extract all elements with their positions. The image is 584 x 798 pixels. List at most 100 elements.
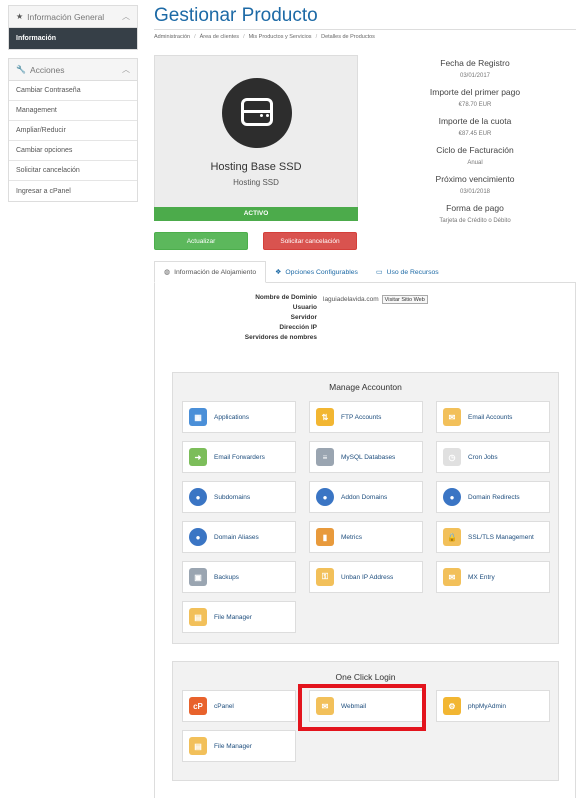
- ip-label: Dirección IP: [279, 324, 317, 331]
- actions-panel-header[interactable]: 🔧 Acciones ︿: [9, 59, 137, 81]
- hard-drive-icon: [222, 78, 292, 148]
- domain-label: Nombre de Dominio: [255, 294, 317, 301]
- tab-configurable-options[interactable]: ❖ Opciones Configurables: [266, 261, 367, 283]
- product-group: Hosting SSD: [233, 178, 279, 187]
- phpmyadmin-icon: ⚙: [443, 697, 461, 715]
- detail-value: Anual: [467, 160, 483, 166]
- nameservers-row: Servidores de nombres: [220, 334, 428, 344]
- breadcrumb-link[interactable]: Área de clientes: [200, 34, 239, 40]
- breadcrumb-separator: /: [243, 34, 245, 40]
- hosting-info: Nombre de Dominio laguiadelavida.com Vis…: [220, 294, 428, 344]
- shortcut-applications[interactable]: ▦ Applications: [182, 401, 296, 433]
- product-name: Hosting Base SSD: [210, 161, 302, 173]
- sidebar-item-label: Cambiar opciones: [16, 147, 73, 154]
- sidebar-item-request-cancel[interactable]: Solicitar cancelación: [9, 161, 137, 181]
- shortcut-label: Domain Redirects: [468, 493, 520, 501]
- server-row: Servidor: [220, 314, 428, 324]
- actions-panel: 🔧 Acciones ︿ Cambiar Contraseña Manageme…: [8, 58, 138, 202]
- chevron-up-icon[interactable]: ︿: [122, 64, 130, 75]
- shortcut-ssl[interactable]: 🔒 SSL/TLS Management: [436, 521, 550, 553]
- webmail-highlight-box: [298, 684, 426, 731]
- request-cancel-button[interactable]: Solicitar cancelación: [263, 232, 357, 250]
- detail-value: €87.45 EUR: [458, 131, 492, 137]
- sidebar-item-label: Ampliar/Reducir: [16, 127, 66, 134]
- section-title: Manage Accounton: [329, 382, 402, 392]
- shortcut-label: Metrics: [341, 533, 362, 541]
- visit-website-button[interactable]: Visitar Sitio Web: [381, 294, 428, 304]
- info-panel-title: Información General: [27, 11, 105, 22]
- shortcut-label: SSL/TLS Management: [468, 533, 534, 541]
- shortcut-cron[interactable]: ◷ Cron Jobs: [436, 441, 550, 473]
- mx-icon: ✉: [443, 568, 461, 586]
- shortcut-subdomain[interactable]: ● Subdomains: [182, 481, 296, 513]
- detail-label: Próximo vencimiento: [435, 174, 515, 184]
- domain-value: laguiadelavida.com: [323, 295, 379, 303]
- shortcut-ftp[interactable]: ⇅ FTP Accounts: [309, 401, 423, 433]
- shortcut-unban[interactable]: ⚿ Unban IP Address: [309, 561, 423, 593]
- breadcrumb-separator: /: [194, 34, 196, 40]
- shortcut-addon-domain[interactable]: ● Addon Domains: [309, 481, 423, 513]
- sidebar-item-upgrade[interactable]: Ampliar/Reducir: [9, 121, 137, 141]
- ip-row: Dirección IP: [220, 324, 428, 334]
- detail-label: Fecha de Registro: [440, 58, 510, 68]
- user-row: Usuario: [220, 304, 428, 314]
- shortcut-phpmyadmin[interactable]: ⚙ phpMyAdmin: [436, 690, 550, 722]
- shortcut-file-manager[interactable]: ▤ File Manager: [182, 730, 296, 762]
- sidebar-item-cpanel-login[interactable]: Ingresar a cPanel: [9, 181, 137, 201]
- shortcut-label: Subdomains: [214, 493, 251, 501]
- actions-panel-title: Acciones: [29, 64, 65, 75]
- sidebar-item-management[interactable]: Management: [9, 101, 137, 121]
- tab-resource-usage[interactable]: ▭ Uso de Recursos: [367, 261, 448, 283]
- tab-label: Información de Alojamiento: [174, 268, 257, 276]
- user-label: Usuario: [292, 304, 317, 311]
- info-panel-header[interactable]: ★ Información General ︿: [9, 6, 137, 28]
- shortcut-label: phpMyAdmin: [468, 702, 506, 710]
- wrench-icon: 🔧: [16, 65, 26, 74]
- sidebar-item-change-password[interactable]: Cambiar Contraseña: [9, 81, 137, 101]
- breadcrumb-separator: /: [315, 34, 318, 40]
- alias-icon: ●: [189, 528, 207, 546]
- shortcut-email-forward[interactable]: ➜ Email Forwarders: [182, 441, 296, 473]
- shortcut-file-manager[interactable]: ▤ File Manager: [182, 601, 296, 633]
- shortcut-label: Cron Jobs: [468, 453, 498, 461]
- globe-icon: ◍: [164, 269, 171, 276]
- product-details: Fecha de Registro 03/01/2017 Importe del…: [390, 58, 560, 232]
- shortcut-label: Applications: [214, 413, 250, 421]
- shortcut-label: File Manager: [214, 742, 252, 750]
- shortcut-label: Addon Domains: [341, 493, 388, 501]
- breadcrumb-current: Detalles de Productos: [321, 34, 375, 40]
- shortcut-alias[interactable]: ● Domain Aliases: [182, 521, 296, 553]
- shortcut-metrics[interactable]: ▮ Metrics: [309, 521, 423, 553]
- breadcrumb-link[interactable]: Administración: [154, 34, 190, 40]
- tab-hosting-info[interactable]: ◍ Información de Alojamiento: [154, 261, 267, 283]
- chevron-up-icon[interactable]: ︿: [122, 11, 130, 22]
- shortcut-redirect[interactable]: ● Domain Redirects: [436, 481, 550, 513]
- shortcut-mx[interactable]: ✉ MX Entry: [436, 561, 550, 593]
- metrics-icon: ▮: [316, 528, 334, 546]
- shortcut-backup[interactable]: ▣ Backups: [182, 561, 296, 593]
- shortcut-email[interactable]: ✉ Email Accounts: [436, 401, 550, 433]
- title-divider: [154, 29, 576, 30]
- shortcut-label: File Manager: [214, 613, 252, 621]
- sidebar-item-change-options[interactable]: Cambiar opciones: [9, 141, 137, 161]
- detail-value: €78.70 EUR: [458, 102, 492, 108]
- file-manager-icon: ▤: [189, 608, 207, 626]
- page-title: Gestionar Producto: [154, 5, 318, 26]
- status-badge: ACTIVO: [154, 207, 358, 221]
- tab-label: Uso de Recursos: [386, 268, 439, 276]
- shortcut-cpanel[interactable]: cP cPanel: [182, 690, 296, 722]
- ssl-icon: 🔒: [443, 528, 461, 546]
- shortcut-label: Domain Aliases: [214, 533, 259, 541]
- redirect-icon: ●: [443, 488, 461, 506]
- database-icon: ≡: [316, 448, 334, 466]
- sidebar-item-label: Management: [16, 107, 57, 114]
- breadcrumb-link[interactable]: Mis Productos y Servicios: [249, 34, 312, 40]
- email-forward-icon: ➜: [189, 448, 207, 466]
- sidebar-item-label: Información: [16, 35, 57, 42]
- upgrade-button[interactable]: Actualizar: [154, 232, 248, 250]
- detail-value: Tarjeta de Crédito o Débito: [439, 218, 511, 224]
- ftp-icon: ⇅: [316, 408, 334, 426]
- sidebar-item-informacion[interactable]: Información: [9, 28, 137, 49]
- shortcut-database[interactable]: ≡ MySQL Databases: [309, 441, 423, 473]
- info-panel: ★ Información General ︿ Información: [8, 5, 138, 50]
